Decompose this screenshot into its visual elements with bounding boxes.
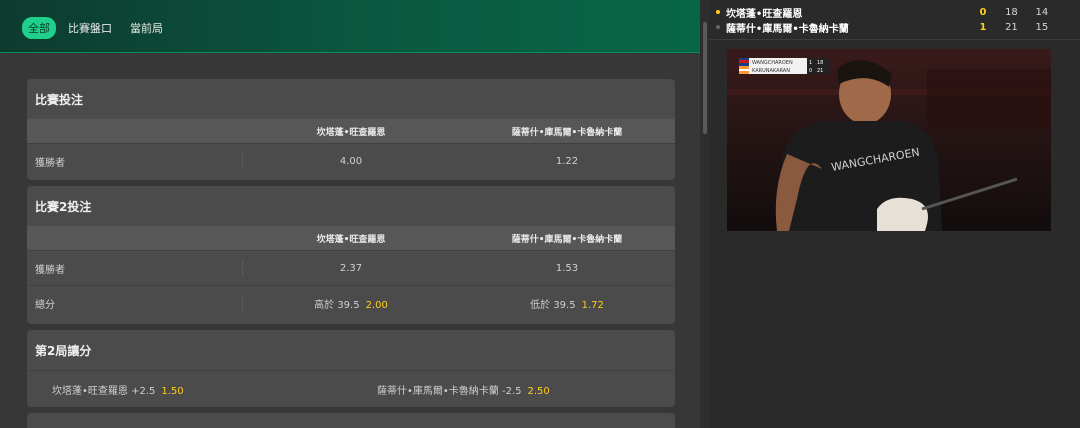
over-label: 高於 39.5 xyxy=(314,299,360,311)
handicap-right-label: 薩蒂什•庫馬爾•卡魯納卡蘭 -2.5 xyxy=(377,386,522,397)
tab-current-game[interactable]: 當前局 xyxy=(124,17,169,39)
odd-value: 2.00 xyxy=(365,299,388,311)
handicap-left-button[interactable]: 坎塔蓬•旺查羅恩 +2.5 1.50 xyxy=(27,382,352,397)
market-tabs-bar: 全部 比賽盤口 當前局 xyxy=(0,0,700,53)
odd-button[interactable]: 1.53 xyxy=(459,263,675,274)
game2-bet-card: 比賽2投注 坎塔蓬•旺查羅恩 薩蒂什•庫馬爾•卡魯納卡蘭 獲勝者 2.37 1.… xyxy=(27,186,675,324)
scrollbar-thumb[interactable] xyxy=(703,22,707,134)
score-row-player1: 坎塔蓬•旺查羅恩 0 18 14 xyxy=(716,5,1066,20)
game2-winner-row: 獲勝者 2.37 1.53 xyxy=(27,250,675,285)
odd-button[interactable]: 1.22 xyxy=(459,156,675,167)
tab-all[interactable]: 全部 xyxy=(22,17,56,39)
odd-value: 1.72 xyxy=(581,299,604,311)
video-frame: WANGCHAROEN WANGCHAROEN KARUNAKARAN 1 18… xyxy=(727,49,1051,231)
odd-button[interactable]: 4.00 xyxy=(243,156,459,167)
match-winner-row: 獲勝者 4.00 1.22 xyxy=(27,143,675,178)
app-root: 全部 比賽盤口 當前局 比賽投注 坎塔蓬•旺查羅恩 薩蒂什•庫馬爾•卡魯納卡蘭 … xyxy=(0,0,1080,428)
game-score: 18 xyxy=(1005,6,1018,18)
next-market-card xyxy=(27,413,675,428)
odd-value: 1.50 xyxy=(161,386,184,397)
game-score: 14 xyxy=(1035,6,1049,18)
game2-bet-title[interactable]: 比賽2投注 xyxy=(27,186,675,226)
match-bet-card: 比賽投注 坎塔蓬•旺查羅恩 薩蒂什•庫馬爾•卡魯納卡蘭 獲勝者 4.00 1.2… xyxy=(27,79,675,180)
under-label: 低於 39.5 xyxy=(530,299,576,311)
handicap-card: 第2局讓分 坎塔蓬•旺查羅恩 +2.5 1.50 薩蒂什•庫馬爾•卡魯納卡蘭 -2… xyxy=(27,330,675,407)
handicap-row: 坎塔蓬•旺查羅恩 +2.5 1.50 薩蒂什•庫馬爾•卡魯納卡蘭 -2.5 2.50 xyxy=(27,370,675,407)
score-row-player2: 薩蒂什•庫馬爾•卡魯納卡蘭 1 21 15 xyxy=(716,20,1066,35)
odd-button[interactable]: 2.37 xyxy=(243,263,459,274)
game-score: 15 xyxy=(1035,21,1049,33)
game-score: 21 xyxy=(1005,21,1018,33)
market-label: 獲勝者 xyxy=(27,259,243,277)
live-pane: 坎塔蓬•旺查羅恩 0 18 14 薩蒂什•庫馬爾•卡魯納卡蘭 1 21 15 W… xyxy=(709,0,1080,428)
overlay-sets1: 1 xyxy=(809,60,812,66)
market-label: 獲勝者 xyxy=(27,152,243,170)
under-odd-button[interactable]: 低於 39.5 1.72 xyxy=(459,296,675,311)
market-label: 總分 xyxy=(27,294,243,312)
overlay-pts1: 18 xyxy=(817,60,823,66)
overlay-player1: WANGCHAROEN xyxy=(752,60,793,66)
overlay-sets2: 0 xyxy=(809,68,812,74)
tab-match-markets[interactable]: 比賽盤口 xyxy=(62,17,118,39)
player-name: 坎塔蓬•旺查羅恩 xyxy=(725,8,803,20)
game2-bet-header: 坎塔蓬•旺查羅恩 薩蒂什•庫馬爾•卡魯納卡蘭 xyxy=(27,226,675,250)
sets-score: 1 xyxy=(979,21,987,33)
match-bet-title[interactable]: 比賽投注 xyxy=(27,79,675,119)
handicap-left-label: 坎塔蓬•旺查羅恩 +2.5 xyxy=(52,386,156,397)
overlay-pts2: 21 xyxy=(817,68,823,74)
odd-value: 2.50 xyxy=(527,386,550,397)
divider xyxy=(709,39,1080,40)
over-odd-button[interactable]: 高於 39.5 2.00 xyxy=(243,296,459,311)
serve-indicator-icon xyxy=(716,10,720,14)
player2-header: 薩蒂什•庫馬爾•卡魯納卡蘭 xyxy=(511,234,623,245)
markets-pane: 全部 比賽盤口 當前局 比賽投注 坎塔蓬•旺查羅恩 薩蒂什•庫馬爾•卡魯納卡蘭 … xyxy=(0,0,700,428)
player1-header: 坎塔蓬•旺查羅恩 xyxy=(316,127,386,138)
player1-header: 坎塔蓬•旺查羅恩 xyxy=(316,234,386,245)
serve-indicator-icon xyxy=(716,25,720,29)
overlay-player2: KARUNAKARAN xyxy=(752,68,790,74)
game2-total-row: 總分 高於 39.5 2.00 低於 39.5 1.72 xyxy=(27,285,675,320)
sets-score: 0 xyxy=(979,6,987,18)
player2-header: 薩蒂什•庫馬爾•卡魯納卡蘭 xyxy=(511,127,623,138)
player-name: 薩蒂什•庫馬爾•卡魯納卡蘭 xyxy=(725,23,849,35)
live-video-player[interactable]: WANGCHAROEN WANGCHAROEN KARUNAKARAN 1 18… xyxy=(727,49,1051,231)
match-bet-header: 坎塔蓬•旺查羅恩 薩蒂什•庫馬爾•卡魯納卡蘭 xyxy=(27,119,675,143)
handicap-title[interactable]: 第2局讓分 xyxy=(27,330,675,370)
handicap-right-button[interactable]: 薩蒂什•庫馬爾•卡魯納卡蘭 -2.5 2.50 xyxy=(352,382,675,397)
